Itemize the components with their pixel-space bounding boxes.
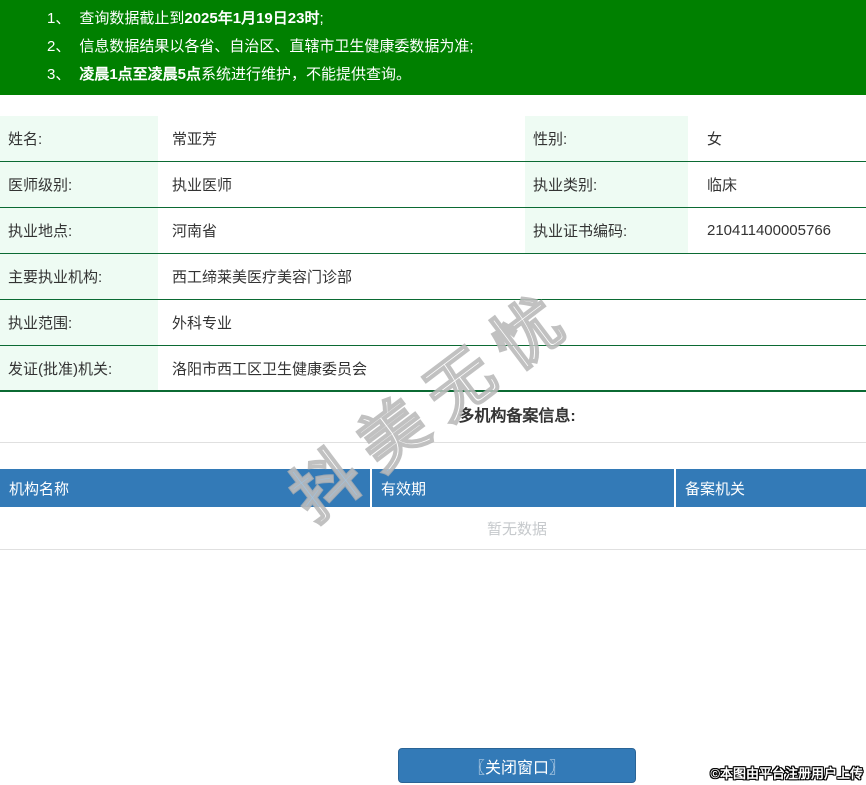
table-row-level-category: 医师级别: 执业医师 执业类别: 临床 (0, 162, 866, 208)
table-row-issuing-authority: 发证(批准)机关: 洛阳市西工区卫生健康委员会 (0, 346, 866, 392)
table-row-practice-scope: 执业范围: 外科专业 (0, 300, 866, 346)
field-label-text: 医师级别: (8, 177, 73, 194)
main-institution-value: 西工缔莱美医疗美容门诊部 (172, 269, 353, 286)
notice-number: 2、 (47, 38, 71, 55)
page-layout: 1、 查询数据截止到2025年1月19日23时; 2、 信息数据结果以各省、自治区、… (0, 0, 866, 783)
empty-data-row: 暂无数据 (0, 507, 866, 550)
copyright-overlay: ©本图由平台注册用户上传 (710, 766, 863, 781)
notice-text: 查询数据截止到 (79, 10, 185, 27)
certificate-number-value: 210411400005766 (707, 222, 832, 239)
issuing-authority-label: 发证(批准)机关: (0, 346, 158, 390)
table-row-location-certificate: 执业地点: 河南省 执业证书编码: 210411400005766 (0, 208, 866, 254)
notice-number: 1、 (47, 10, 71, 27)
notice-text-bold: 凌晨1点至凌晨5点 (79, 66, 202, 83)
empty-data-text: 暂无数据 (486, 520, 547, 538)
close-window-button[interactable]: 〖关闭窗口〗 (398, 748, 636, 783)
gender-value: 女 (707, 131, 723, 148)
issuing-authority-value: 洛阳市西工区卫生健康委员会 (172, 360, 368, 378)
notice-line-3: 3、 凌晨1点至凌晨5点系统进行维护，不能提供查询。 (47, 61, 866, 89)
field-label-text: 执业类别: (533, 177, 598, 194)
field-label-text: 姓名: (8, 131, 43, 148)
notice-number: 3、 (47, 66, 71, 83)
table-row-main-institution: 主要执业机构: 西工缔莱美医疗美容门诊部 (0, 254, 866, 300)
doctor-level-value: 执业医师 (172, 177, 233, 194)
certificate-number-label: 执业证书编码: (525, 208, 688, 253)
practice-scope-label: 执业范围: (0, 300, 158, 345)
name-value: 常亚芳 (172, 131, 218, 148)
notice-banner: 1、 查询数据截止到2025年1月19日23时; 2、 信息数据结果以各省、自治区、… (0, 0, 866, 95)
name-label: 姓名: (0, 116, 158, 161)
table-row-name-gender: 姓名: 常亚芳 性别: 女 (0, 116, 866, 162)
notice-line-2: 2、 信息数据结果以各省、自治区、直辖市卫生健康委数据为准; (47, 33, 866, 61)
field-label-text: 主要执业机构: (8, 269, 103, 286)
field-label-text: 执业范围: (8, 315, 73, 332)
column-header-institution-name: 机构名称 (0, 469, 372, 507)
practice-category-value: 临床 (707, 177, 738, 194)
practitioner-info-table: 姓名: 常亚芳 性别: 女 医师级别: 执业医师 执业类别: 临床 执业地点: … (0, 116, 866, 392)
gender-label: 性别: (525, 116, 688, 161)
field-label-text: 性别: (533, 131, 568, 148)
practice-location-label: 执业地点: (0, 208, 158, 253)
notice-text-bold: 2025年1月19日23时 (184, 10, 320, 27)
practice-scope-value: 外科专业 (172, 315, 233, 332)
multi-institution-section-title: 多机构备案信息: (0, 392, 866, 443)
query-result-page: 1、 查询数据截止到2025年1月19日23时; 2、 信息数据结果以各省、自治区、… (0, 0, 866, 785)
record-table-header: 机构名称 有效期 备案机关 (0, 469, 866, 507)
notice-line-1: 1、 查询数据截止到2025年1月19日23时; (47, 5, 866, 33)
doctor-level-label: 医师级别: (0, 162, 158, 207)
field-label-text: 执业证书编码: (533, 223, 628, 240)
notice-text: ; (319, 10, 324, 27)
main-institution-label: 主要执业机构: (0, 254, 158, 299)
notice-text: 系统进行维护，不能提供查询。 (201, 66, 412, 83)
notice-text: 信息数据结果以各省、自治区、直辖市卫生健康委数据为准; (79, 38, 474, 55)
practice-location-value: 河南省 (172, 223, 218, 240)
practice-category-label: 执业类别: (525, 162, 688, 207)
column-header-record-authority: 备案机关 (685, 480, 746, 498)
field-label-text: 执业地点: (8, 223, 73, 240)
column-header-validity-period: 有效期 (372, 469, 676, 507)
field-label-text: 发证(批准)机关: (8, 360, 113, 378)
